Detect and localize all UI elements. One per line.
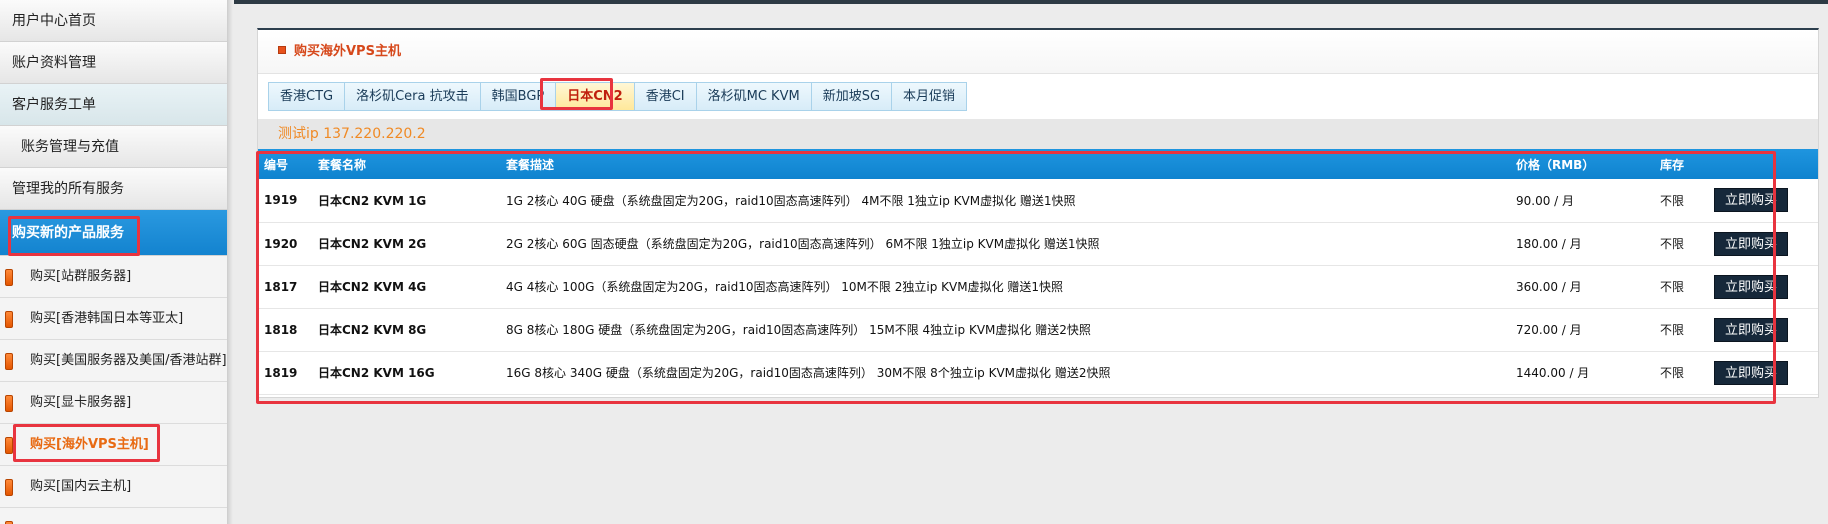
sidebar-sub-overseas-vps[interactable]: 购买[海外VPS主机] bbox=[0, 424, 227, 466]
buy-now-button[interactable]: 立即购买 bbox=[1714, 317, 1789, 342]
sidebar-sub-label: 购买[海外VPS主机] bbox=[30, 437, 149, 452]
col-stock-header: 库存 bbox=[1654, 149, 1708, 179]
plan-desc: 16G 8核心 340G 硬盘（系统盘固定为20G，raid10固态高速阵列） … bbox=[500, 351, 1510, 395]
table-row: 1920 日本CN2 KVM 2G 2G 2核心 60G 固态硬盘（系统盘固定为… bbox=[258, 222, 1818, 266]
plan-id: 1818 bbox=[258, 308, 312, 352]
sidebar-sub-label: 购买[显卡服务器] bbox=[30, 395, 132, 410]
orange-bullet-icon bbox=[5, 437, 13, 454]
orange-bullet-icon bbox=[5, 353, 13, 370]
orange-bullet-icon bbox=[5, 269, 13, 286]
sidebar-item-billing[interactable]: 账务管理与充值 bbox=[0, 126, 227, 168]
sidebar-sub-label: 购买[国内云主机] bbox=[30, 479, 132, 494]
plans-table: 编号 套餐名称 套餐描述 价格（RMB） 库存 1919 日本CN2 KVM 1… bbox=[258, 149, 1818, 395]
table-row: 1817 日本CN2 KVM 4G 4G 4核心 100G（系统盘固定为20G，… bbox=[258, 265, 1818, 309]
table-row: 1819 日本CN2 KVM 16G 16G 8核心 340G 硬盘（系统盘固定… bbox=[258, 351, 1818, 395]
table-row: 1818 日本CN2 KVM 8G 8G 8核心 180G 硬盘（系统盘固定为2… bbox=[258, 308, 1818, 352]
table-header-row: 编号 套餐名称 套餐描述 价格（RMB） 库存 bbox=[258, 149, 1818, 179]
buy-now-button[interactable]: 立即购买 bbox=[1714, 360, 1789, 385]
tab-hk-ctg[interactable]: 香港CTG bbox=[268, 82, 346, 111]
vps-purchase-panel: 购买海外VPS主机 香港CTG 洛杉矶Cera 抗攻击 韩国BGP 日本CN2 … bbox=[257, 28, 1819, 398]
plan-price: 180.00 / 月 bbox=[1510, 222, 1654, 266]
plan-stock: 不限 bbox=[1654, 265, 1708, 309]
sidebar-item-account-profile[interactable]: 账户资料管理 bbox=[0, 42, 227, 84]
plan-desc: 8G 8核心 180G 硬盘（系统盘固定为20G，raid10固态高速阵列） 1… bbox=[500, 308, 1510, 352]
plan-id: 1817 bbox=[258, 265, 312, 309]
plan-name: 日本CN2 KVM 16G bbox=[312, 351, 500, 395]
sidebar-sub-more[interactable] bbox=[0, 508, 227, 524]
orange-bullet-icon bbox=[5, 311, 13, 328]
plan-price: 90.00 / 月 bbox=[1510, 179, 1654, 223]
tab-japan-cn2[interactable]: 日本CN2 bbox=[556, 82, 635, 111]
sidebar-sub-label: 购买[站群服务器] bbox=[30, 269, 132, 284]
plan-stock: 不限 bbox=[1654, 222, 1708, 266]
plan-desc: 1G 2核心 40G 硬盘（系统盘固定为20G，raid10固态高速阵列） 4M… bbox=[500, 179, 1510, 223]
tab-la-cera[interactable]: 洛杉矶Cera 抗攻击 bbox=[345, 82, 481, 111]
col-action-header bbox=[1708, 149, 1818, 179]
tab-singapore-sg[interactable]: 新加坡SG bbox=[811, 82, 893, 111]
sidebar-sub-us-servers[interactable]: 购买[美国服务器及美国/香港站群] bbox=[0, 340, 227, 382]
sidebar-sub-asia-pacific[interactable]: 购买[香港韩国日本等亚太] bbox=[0, 298, 227, 340]
plan-id: 1920 bbox=[258, 222, 312, 266]
plan-name: 日本CN2 KVM 2G bbox=[312, 222, 500, 266]
sidebar: 用户中心首页 账户资料管理 客户服务工单 账务管理与充值 管理我的所有服务 购买… bbox=[0, 0, 228, 524]
region-tabs: 香港CTG 洛杉矶Cera 抗攻击 韩国BGP 日本CN2 香港CI 洛杉矶MC… bbox=[268, 82, 968, 111]
plan-name: 日本CN2 KVM 8G bbox=[312, 308, 500, 352]
sidebar-item-buy-new-products[interactable]: 购买新的产品服务 bbox=[0, 210, 227, 256]
sidebar-item-support-tickets[interactable]: 客户服务工单 bbox=[0, 84, 227, 126]
plan-id: 1919 bbox=[258, 179, 312, 223]
plan-price: 720.00 / 月 bbox=[1510, 308, 1654, 352]
col-id-header: 编号 bbox=[258, 149, 312, 179]
buy-now-button[interactable]: 立即购买 bbox=[1714, 188, 1789, 213]
buy-now-button[interactable]: 立即购买 bbox=[1714, 231, 1789, 256]
sidebar-sub-label: 购买[香港韩国日本等亚太] bbox=[30, 311, 184, 326]
plan-desc: 2G 2核心 60G 固态硬盘（系统盘固定为20G，raid10固态高速阵列） … bbox=[500, 222, 1510, 266]
square-bullet-icon bbox=[278, 46, 286, 54]
tab-korea-bgp[interactable]: 韩国BGP bbox=[480, 82, 557, 111]
plan-name: 日本CN2 KVM 4G bbox=[312, 265, 500, 309]
plan-stock: 不限 bbox=[1654, 308, 1708, 352]
sidebar-sub-site-group-servers[interactable]: 购买[站群服务器] bbox=[0, 256, 227, 298]
tab-la-mc-kvm[interactable]: 洛杉矶MC KVM bbox=[696, 82, 812, 111]
sidebar-sub-gpu-servers[interactable]: 购买[显卡服务器] bbox=[0, 382, 227, 424]
col-desc-header: 套餐描述 bbox=[500, 149, 1510, 179]
sidebar-item-home[interactable]: 用户中心首页 bbox=[0, 0, 227, 42]
col-price-header: 价格（RMB） bbox=[1510, 149, 1654, 179]
tab-monthly-promo[interactable]: 本月促销 bbox=[892, 82, 968, 111]
top-bar bbox=[234, 0, 1828, 4]
sidebar-item-my-services[interactable]: 管理我的所有服务 bbox=[0, 168, 227, 210]
test-ip-text: 测试ip 137.220.220.2 bbox=[258, 119, 1818, 149]
plan-desc: 4G 4核心 100G（系统盘固定为20G，raid10固态高速阵列） 10M不… bbox=[500, 265, 1510, 309]
sidebar-sub-label: 购买[美国服务器及美国/香港站群] bbox=[30, 353, 227, 368]
orange-bullet-icon bbox=[5, 479, 13, 496]
sidebar-divider bbox=[228, 0, 233, 524]
col-name-header: 套餐名称 bbox=[312, 149, 500, 179]
panel-header: 购买海外VPS主机 bbox=[258, 30, 1818, 74]
plan-stock: 不限 bbox=[1654, 351, 1708, 395]
panel-title: 购买海外VPS主机 bbox=[294, 44, 401, 59]
table-row: 1919 日本CN2 KVM 1G 1G 2核心 40G 硬盘（系统盘固定为20… bbox=[258, 179, 1818, 223]
orange-bullet-icon bbox=[5, 395, 13, 412]
plan-price: 360.00 / 月 bbox=[1510, 265, 1654, 309]
plan-stock: 不限 bbox=[1654, 179, 1708, 223]
plan-name: 日本CN2 KVM 1G bbox=[312, 179, 500, 223]
sidebar-sub-domestic-cloud[interactable]: 购买[国内云主机] bbox=[0, 466, 227, 508]
plan-price: 1440.00 / 月 bbox=[1510, 351, 1654, 395]
buy-now-button[interactable]: 立即购买 bbox=[1714, 274, 1789, 299]
tab-hk-ci[interactable]: 香港CI bbox=[634, 82, 697, 111]
plan-id: 1819 bbox=[258, 351, 312, 395]
